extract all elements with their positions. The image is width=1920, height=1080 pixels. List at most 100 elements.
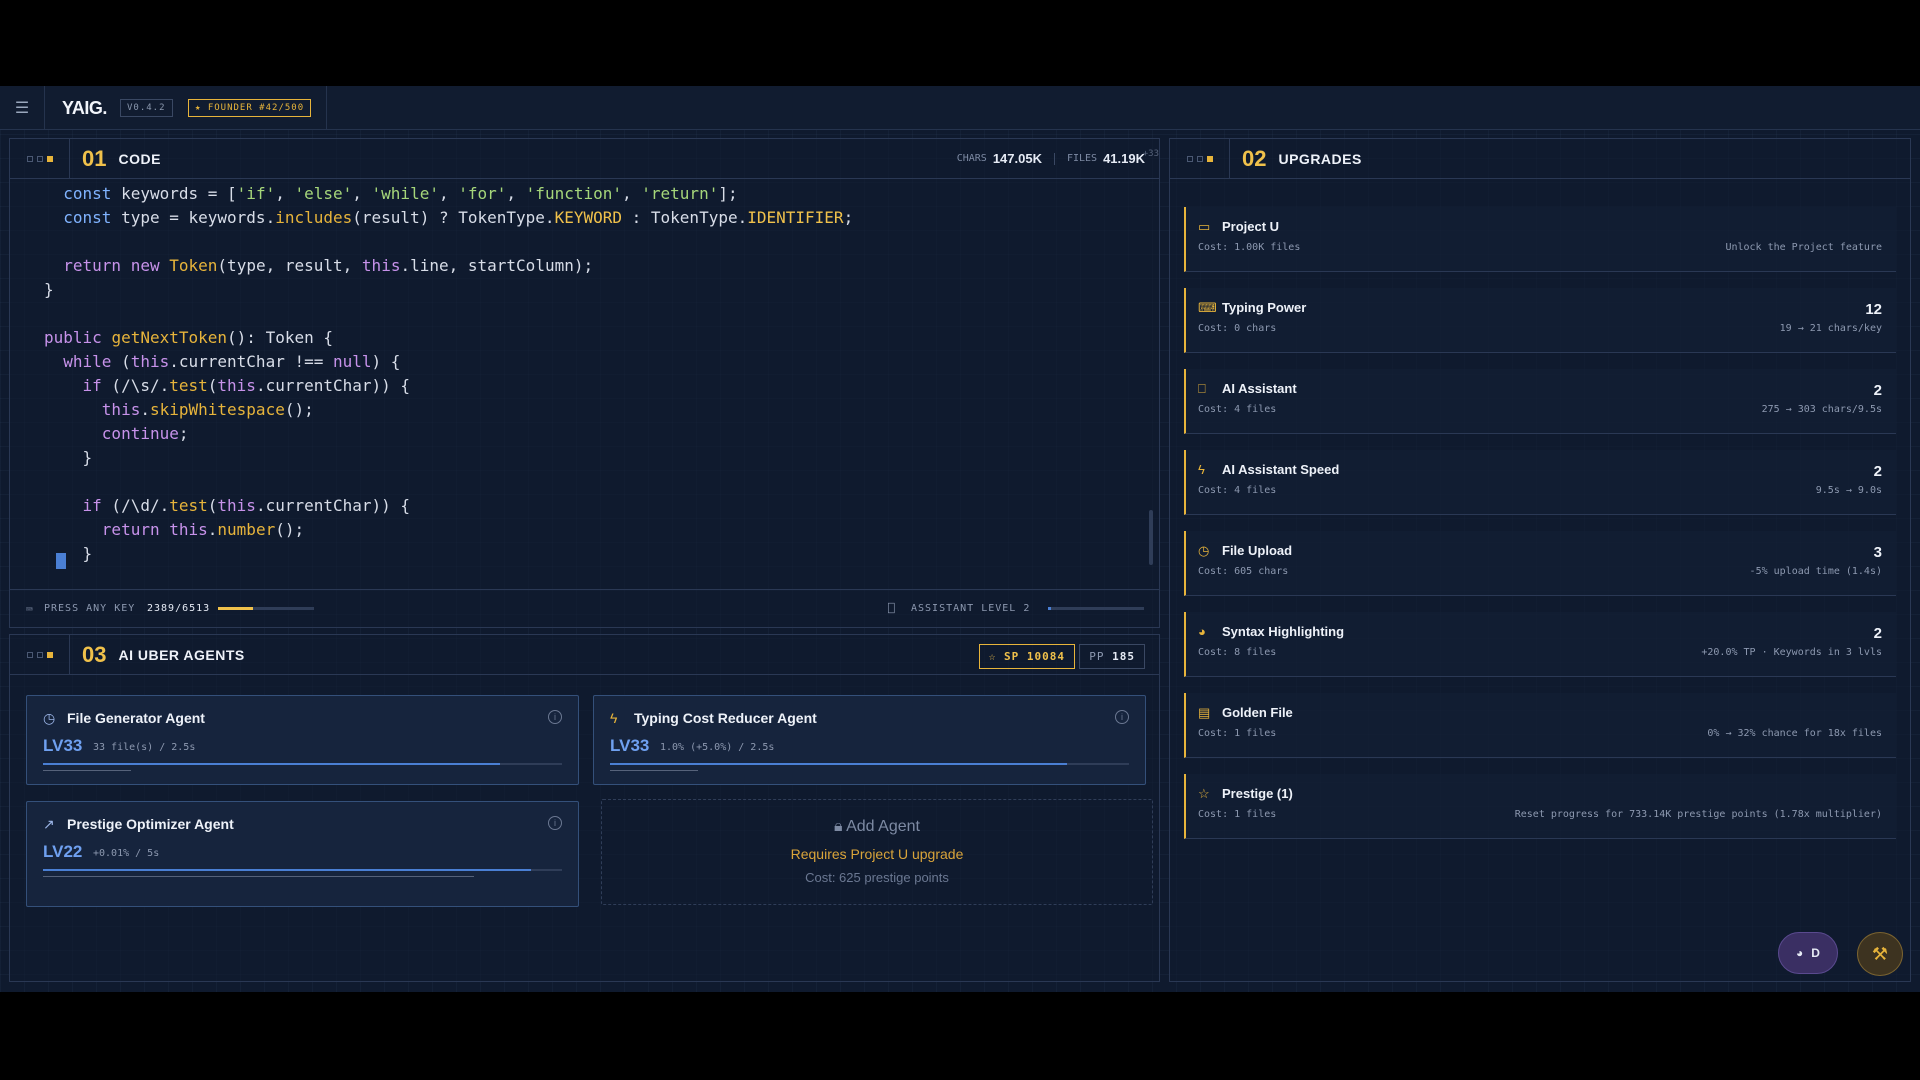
skill-points-badge: ☆ SP 10084	[978, 644, 1075, 669]
files-value: 41.19K	[1103, 151, 1145, 166]
code-line: if (/\d/.test(this.currentChar)) {	[44, 496, 411, 515]
files-delta: +33	[1142, 149, 1159, 159]
top-bar: ☰ YAIG. V0.4.2 ★ FOUNDER #42/500	[0, 86, 1920, 130]
upgrade-cost: Cost: 8 files	[1198, 647, 1277, 658]
code-editor[interactable]: const keywords = ['if', 'else', 'while',…	[10, 180, 1159, 580]
upgrade-level: 2	[1873, 625, 1882, 642]
lock-icon: 🔒︎	[834, 818, 843, 835]
panel-number: 03	[82, 641, 107, 667]
agent-cycle-bar	[43, 876, 562, 877]
press-any-key-label: PRESS ANY KEY	[44, 603, 136, 614]
panel-title: UPGRADES	[1278, 150, 1362, 167]
upgrade-level: 2	[1873, 382, 1882, 399]
agent-progress-bar	[43, 869, 562, 871]
upgrade-description: 9.5s → 9.0s	[1815, 485, 1882, 496]
info-icon[interactable]: i	[548, 816, 562, 830]
bolt-icon: ϟ	[610, 710, 618, 726]
pp-value: 185	[1112, 650, 1135, 663]
code-scrollbar[interactable]	[1149, 510, 1153, 565]
window-dots	[1170, 138, 1230, 179]
add-agent-slot[interactable]: 🔒︎ Add Agent Requires Project U upgrade …	[601, 799, 1153, 905]
upgrade-name: AI Assistant	[1222, 381, 1297, 396]
agent-card-typing-cost-reducer[interactable]: ϟ Typing Cost Reducer Agent i LV33 1.0% …	[593, 695, 1146, 785]
upgrade-description: Unlock the Project feature	[1725, 242, 1882, 253]
code-footer: ⌨ PRESS ANY KEY 2389/6513 ⎕ ASSISTANT LE…	[10, 589, 1159, 627]
panel-title: AI UBER AGENTS	[118, 646, 245, 663]
version-badge: V0.4.2	[120, 99, 173, 117]
add-agent-cost: Cost: 625 prestige points	[805, 870, 949, 885]
agent-card-prestige-optimizer[interactable]: ↗ Prestige Optimizer Agent i LV22 +0.01%…	[26, 801, 579, 907]
agent-cycle-bar	[610, 770, 1129, 771]
upgrade-description: Reset progress for 733.14K prestige poin…	[1514, 809, 1882, 820]
info-icon[interactable]: i	[1115, 710, 1129, 724]
agent-stat: 33 file(s) / 2.5s	[93, 742, 196, 753]
agent-name: Typing Cost Reducer Agent	[634, 710, 817, 726]
text-cursor	[56, 553, 66, 569]
settings-button[interactable]: ⚒	[1857, 932, 1903, 976]
upgrade-description: 19 → 21 chars/key	[1779, 323, 1882, 334]
game-app: ☰ YAIG. V0.4.2 ★ FOUNDER #42/500 01 CODE…	[0, 86, 1920, 992]
info-icon[interactable]: i	[548, 710, 562, 724]
agent-card-file-generator[interactable]: ◷ File Generator Agent i LV33 33 file(s)…	[26, 695, 579, 785]
assistant-progress-fill	[1048, 607, 1051, 610]
chars-value: 147.05K	[992, 151, 1042, 166]
agent-level: LV33	[610, 736, 650, 755]
code-line: const keywords = ['if', 'else', 'while',…	[44, 184, 738, 203]
agents-panel-header: 03 AI UBER AGENTS ☆ SP 10084 PP 185	[10, 634, 1159, 675]
upgrade-item[interactable]: ◕ Syntax Highlighting Cost: 8 files 2 +2…	[1184, 612, 1896, 677]
code-line: }	[44, 280, 54, 299]
upgrades-panel-header: 02 UPGRADES	[1170, 138, 1910, 179]
code-panel[interactable]: 01 CODE CHARS 147.05K FILES 41.19K +33 c…	[9, 138, 1160, 628]
theme-button[interactable]: ◕ D	[1778, 932, 1838, 974]
upgrade-cost: Cost: 605 chars	[1198, 566, 1289, 577]
upgrade-name: Typing Power	[1222, 300, 1307, 315]
timer-icon: ◷	[1198, 543, 1210, 558]
upgrade-item[interactable]: ⌨ Typing Power Cost: 0 chars 12 19 → 21 …	[1184, 288, 1896, 353]
upgrade-description: -5% upload time (1.4s)	[1749, 566, 1882, 577]
assistant-level-label: ASSISTANT LEVEL 2	[911, 603, 1031, 614]
upgrade-item[interactable]: ▤ Golden File Cost: 1 files 0% → 32% cha…	[1184, 693, 1896, 758]
window-dots	[10, 634, 70, 675]
resource-stats: CHARS 147.05K FILES 41.19K +33	[957, 149, 1159, 166]
window-dots	[10, 138, 70, 179]
upgrade-item[interactable]: ☆ Prestige (1) Cost: 1 files Reset progr…	[1184, 774, 1896, 839]
bot-icon: ⎕	[1198, 381, 1206, 396]
panel-number: 01	[82, 145, 107, 171]
code-line: const type = keywords.includes(result) ?…	[44, 208, 854, 227]
upgrade-level: 2	[1873, 463, 1882, 480]
upgrades-panel: 02 UPGRADES ▭ Project U Cost: 1.00K file…	[1169, 138, 1911, 982]
assistant-progress-bar	[1048, 607, 1144, 610]
hamburger-icon: ☰	[14, 100, 30, 117]
file-progress-count: 2389/6513	[147, 603, 211, 614]
agent-stat: 1.0% (+5.0%) / 2.5s	[660, 742, 775, 753]
menu-button[interactable]: ☰	[0, 86, 45, 130]
bolt-icon: ϟ	[1198, 462, 1205, 477]
code-line: this.skipWhitespace();	[44, 400, 314, 419]
code-line: continue;	[44, 424, 189, 443]
palette-icon: ◕	[1796, 946, 1804, 960]
agents-panel: 03 AI UBER AGENTS ☆ SP 10084 PP 185 ◷ Fi…	[9, 634, 1160, 982]
keyboard-icon: ⌨	[26, 603, 34, 616]
agent-level: LV22	[43, 842, 83, 861]
pp-label: PP	[1089, 650, 1105, 663]
agent-name: Prestige Optimizer Agent	[67, 816, 234, 832]
agent-progress-bar	[610, 763, 1129, 765]
founder-badge: ★ FOUNDER #42/500	[188, 99, 312, 117]
upgrade-item[interactable]: ⎕ AI Assistant Cost: 4 files 2 275 → 303…	[1184, 369, 1896, 434]
upgrade-level: 12	[1865, 301, 1882, 318]
upgrade-cost: Cost: 1 files	[1198, 728, 1277, 739]
upgrade-description: +20.0% TP · Keywords in 3 lvls	[1701, 647, 1882, 658]
palette-icon: ◕	[1198, 624, 1206, 639]
panel-number: 02	[1242, 145, 1267, 171]
sp-value: 10084	[1026, 650, 1065, 663]
star-icon: ☆	[1198, 786, 1210, 801]
upgrade-item[interactable]: ▭ Project U Cost: 1.00K files Unlock the…	[1184, 207, 1896, 272]
upgrade-item[interactable]: ϟ AI Assistant Speed Cost: 4 files 2 9.5…	[1184, 450, 1896, 515]
upgrade-item[interactable]: ◷ File Upload Cost: 605 chars 3 -5% uplo…	[1184, 531, 1896, 596]
files-label: FILES	[1066, 153, 1098, 164]
agent-progress-bar	[43, 763, 562, 765]
folder-icon: ▭	[1198, 219, 1211, 234]
upgrade-description: 275 → 303 chars/9.5s	[1761, 404, 1882, 415]
theme-label: D	[1811, 946, 1820, 960]
upgrade-name: Golden File	[1222, 705, 1293, 720]
